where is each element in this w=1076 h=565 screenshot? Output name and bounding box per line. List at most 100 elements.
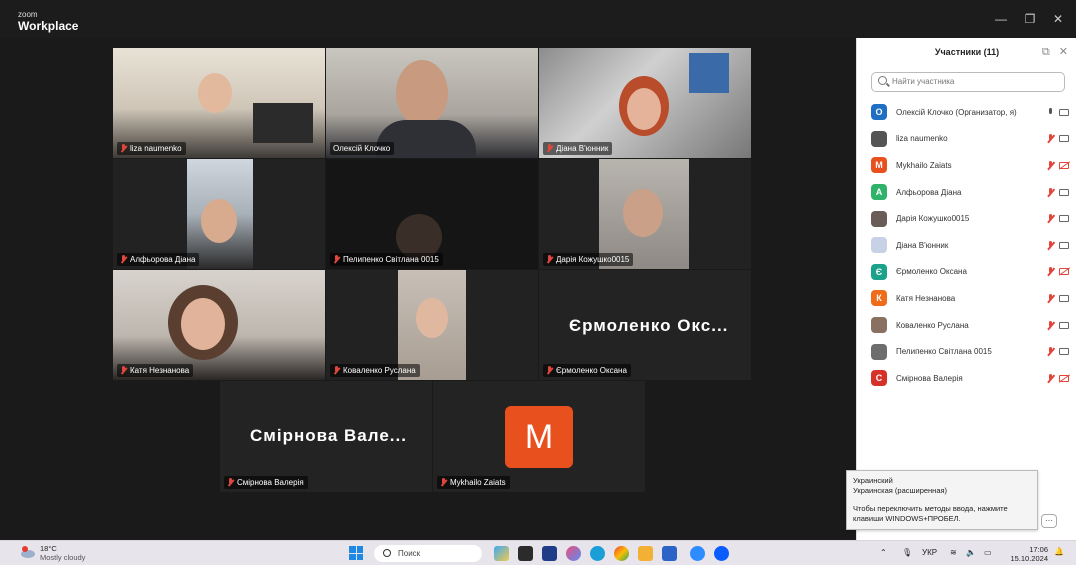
camera-on-icon bbox=[1059, 215, 1069, 223]
volume-icon[interactable]: 🔈 bbox=[966, 548, 976, 557]
app-icon[interactable] bbox=[542, 546, 557, 561]
mic-off-icon bbox=[546, 366, 553, 375]
participant-avatar: К bbox=[871, 290, 887, 307]
participant-status bbox=[1041, 240, 1069, 250]
participant-row[interactable]: С Смірнова Валерія bbox=[871, 365, 1075, 392]
tooltip-line: Украинская (расширенная) bbox=[853, 486, 948, 495]
pop-out-icon[interactable]: ⧉ bbox=[1042, 46, 1050, 58]
weather-desc: Mostly cloudy bbox=[40, 553, 86, 562]
camera-on-icon bbox=[1059, 108, 1069, 116]
mic-off-icon bbox=[440, 478, 447, 487]
participant-row[interactable]: Коваленко Руслана bbox=[871, 312, 1075, 339]
tile-name-label: Пелипенко Світлана 0015 bbox=[330, 253, 443, 266]
participant-search-input[interactable]: Найти участника bbox=[871, 72, 1065, 92]
participant-name: Катя Незнанова bbox=[896, 293, 956, 303]
notification-bell-icon[interactable]: 🔔 bbox=[1054, 547, 1064, 556]
zoom-workplace-icon[interactable] bbox=[714, 546, 729, 561]
weather-widget[interactable]: 18°C Mostly cloudy bbox=[20, 544, 85, 562]
clock-time: 17:06 bbox=[1029, 545, 1048, 554]
tile-name-label: Дарія Кожушко0015 bbox=[543, 253, 634, 266]
close-icon[interactable]: ✕ bbox=[1048, 10, 1068, 28]
video-tile[interactable]: Пелипенко Світлана 0015 bbox=[326, 159, 538, 269]
laptop-screen bbox=[253, 103, 313, 143]
brand-main: Workplace bbox=[18, 19, 79, 33]
video-gallery: liza naumenko Олексій Клочко Діана В'юнн… bbox=[0, 38, 856, 540]
taskbar-search-label: Поиск bbox=[398, 549, 421, 558]
participant-display-name: Єрмоленко Окс... bbox=[569, 316, 729, 335]
minimize-icon[interactable]: — bbox=[991, 10, 1011, 28]
camera-on-icon bbox=[1059, 348, 1069, 356]
weather-cloud-icon bbox=[21, 546, 35, 558]
participant-avatar bbox=[871, 343, 887, 360]
input-language-tooltip: Украинский Украинская (расширенная) Чтоб… bbox=[846, 470, 1038, 530]
participant-avatar bbox=[871, 130, 887, 147]
edge-icon[interactable] bbox=[590, 546, 605, 561]
mic-on-icon bbox=[1046, 107, 1055, 117]
participant-status bbox=[1041, 293, 1069, 303]
restore-icon[interactable]: ❐ bbox=[1020, 10, 1040, 28]
video-tile[interactable]: Діана В'юнник bbox=[539, 48, 751, 158]
battery-icon[interactable]: ▭ bbox=[984, 548, 992, 557]
participant-status bbox=[1041, 347, 1069, 356]
app-icon[interactable] bbox=[662, 546, 677, 561]
title-bar: zoom Workplace — ❐ ✕ bbox=[0, 0, 1076, 38]
file-explorer-icon[interactable] bbox=[638, 546, 653, 561]
participant-row[interactable]: Дарія Кожушко0015 bbox=[871, 205, 1075, 232]
copilot-icon[interactable] bbox=[566, 546, 581, 561]
mic-off-icon bbox=[227, 478, 234, 487]
participant-row[interactable]: A Алфьорова Діана bbox=[871, 179, 1075, 206]
person-face bbox=[396, 60, 448, 126]
participant-row[interactable]: liza naumenko bbox=[871, 126, 1075, 153]
participant-name: Коваленко Руслана bbox=[896, 320, 969, 330]
participant-avatar: A bbox=[871, 184, 887, 201]
participant-name: Пелипенко Світлана 0015 bbox=[896, 347, 992, 357]
video-tile-no-video[interactable]: Єрмоленко Окс... Єрмоленко Оксана bbox=[539, 270, 751, 380]
video-tile[interactable]: Коваленко Руслана bbox=[326, 270, 538, 380]
chrome-icon[interactable] bbox=[614, 546, 629, 561]
windows-start-icon[interactable] bbox=[349, 546, 363, 560]
microphone-tray-icon[interactable]: 🎙 bbox=[902, 548, 912, 557]
participant-row[interactable]: M Mykhailo Zaiats bbox=[871, 152, 1075, 179]
video-tile-active-speaker[interactable]: Олексій Клочко bbox=[326, 48, 538, 158]
participant-avatar: Є bbox=[871, 263, 887, 280]
video-tile[interactable]: Дарія Кожушко0015 bbox=[539, 159, 751, 269]
participant-status bbox=[1041, 373, 1069, 383]
mic-off-icon bbox=[120, 255, 127, 264]
participant-row[interactable]: Пелипенко Світлана 0015 bbox=[871, 338, 1075, 365]
participant-row[interactable]: Є Єрмоленко Оксана bbox=[871, 259, 1075, 286]
taskbar: 18°C Mostly cloudy Поиск ⌃ 🎙 УКР ≋ 🔈 ▭ 1… bbox=[0, 540, 1076, 565]
participant-row[interactable]: О Олексій Клочко (Организатор, я) bbox=[871, 99, 1075, 126]
tray-overflow-icon[interactable]: ⌃ bbox=[880, 548, 887, 557]
participant-row[interactable]: К Катя Незнанова bbox=[871, 285, 1075, 312]
video-tile-no-video[interactable]: Смірнова Вале... Смірнова Валерія bbox=[220, 381, 432, 492]
participant-avatar bbox=[871, 317, 887, 334]
input-language[interactable]: УКР bbox=[922, 548, 937, 557]
poster bbox=[689, 53, 729, 93]
tile-name-label: Алфьорова Діана bbox=[117, 253, 200, 266]
app-icon[interactable] bbox=[518, 546, 533, 561]
video-tile[interactable]: Катя Незнанова bbox=[113, 270, 325, 380]
participant-display-name: Смірнова Вале... bbox=[250, 426, 407, 445]
video-tile-no-video[interactable]: M Mykhailo Zaiats bbox=[433, 381, 645, 492]
camera-on-icon bbox=[1059, 294, 1069, 302]
camera-on-icon bbox=[1059, 321, 1069, 329]
camera-on-icon bbox=[1059, 135, 1069, 143]
video-tile[interactable]: Алфьорова Діана bbox=[113, 159, 325, 269]
taskbar-search[interactable]: Поиск bbox=[374, 545, 482, 562]
system-clock[interactable]: 17:06 15.10.2024 bbox=[1008, 545, 1048, 563]
video-tile[interactable]: liza naumenko bbox=[113, 48, 325, 158]
tile-name-label: Діана В'юнник bbox=[543, 142, 613, 155]
zoom-taskbar-icon[interactable] bbox=[690, 546, 705, 561]
participant-row[interactable]: Діана В'юнник bbox=[871, 232, 1075, 259]
search-placeholder: Найти участника bbox=[892, 77, 955, 86]
participant-avatar: О bbox=[871, 104, 887, 121]
more-icon[interactable]: ··· bbox=[1041, 514, 1057, 528]
mic-off-icon bbox=[333, 366, 340, 375]
close-panel-icon[interactable]: ✕ bbox=[1059, 46, 1068, 58]
mic-off-icon bbox=[1046, 320, 1055, 330]
participant-status bbox=[1041, 267, 1069, 276]
mic-off-icon bbox=[1046, 293, 1055, 303]
app-icon[interactable] bbox=[494, 546, 509, 561]
mic-off-icon bbox=[1046, 267, 1055, 276]
wifi-icon[interactable]: ≋ bbox=[950, 548, 957, 557]
